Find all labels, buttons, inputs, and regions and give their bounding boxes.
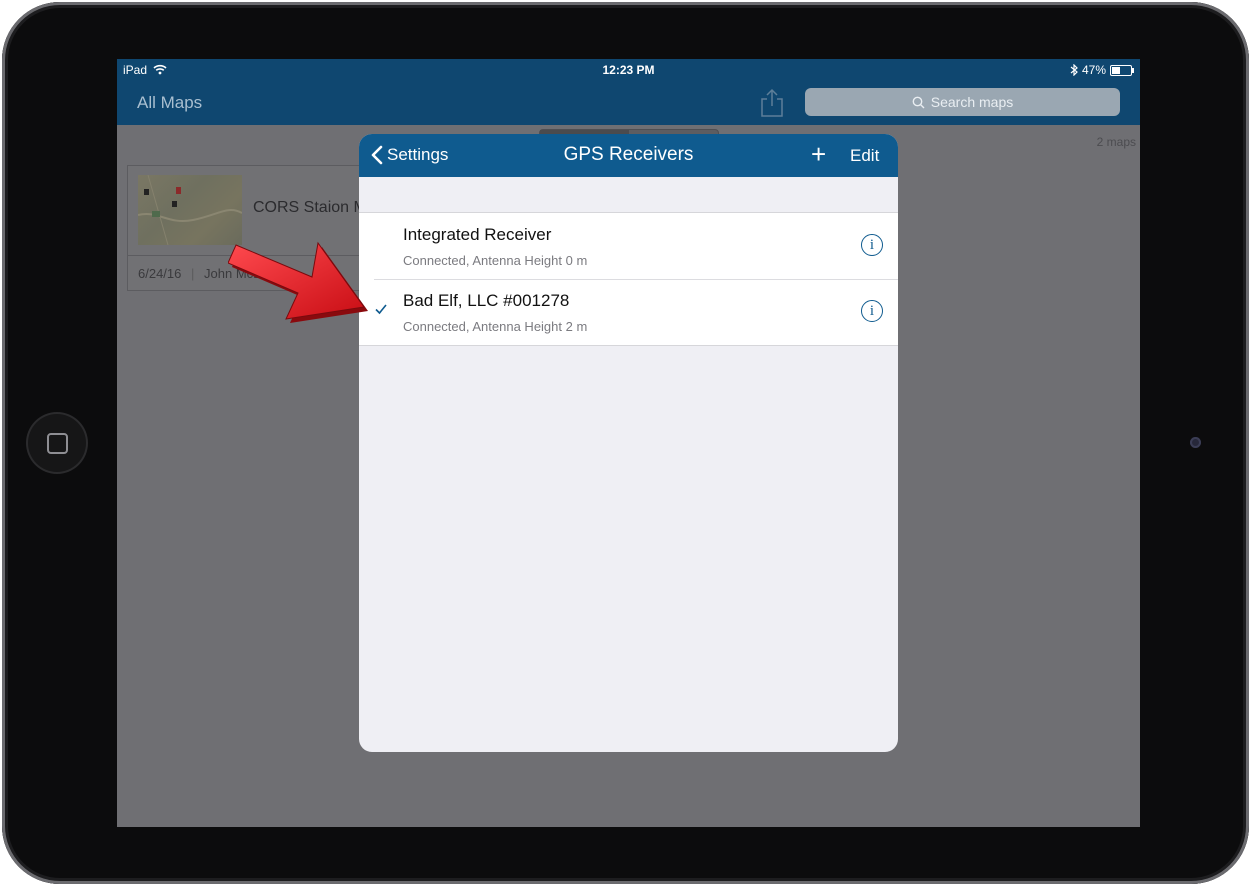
receiver-list: Integrated Receiver Connected, Antenna He… [359, 212, 898, 346]
battery-fill [1112, 66, 1121, 74]
popover-nav-bar: Settings GPS Receivers + Edit [359, 134, 898, 177]
share-icon[interactable] [757, 87, 787, 119]
gps-receivers-popover: Settings GPS Receivers + Edit Integrated… [359, 134, 898, 752]
search-icon [912, 96, 925, 108]
add-receiver-button[interactable]: + [811, 141, 833, 167]
receiver-name: Integrated Receiver [403, 225, 552, 244]
receiver-detail: Connected, Antenna Height 0 m [403, 253, 588, 268]
map-thumbnail-art [137, 174, 243, 246]
meta-separator: | [191, 266, 195, 281]
status-bar: iPad 12:23 PM 47% [117, 59, 1140, 81]
status-right: 47% [1070, 63, 1134, 77]
back-label: Settings [387, 145, 449, 164]
battery-icon [1110, 64, 1134, 76]
search-placeholder: Search maps [930, 94, 1014, 110]
red-arrow-annotation [228, 241, 368, 323]
nav-title[interactable]: All Maps [137, 93, 202, 113]
home-button[interactable] [28, 414, 86, 472]
chevron-left-icon [371, 145, 383, 165]
receiver-row[interactable]: Integrated Receiver Connected, Antenna He… [359, 213, 898, 279]
receiver-name: Bad Elf, LLC #001278 [403, 291, 570, 310]
back-button[interactable]: Settings [371, 145, 448, 165]
front-camera [1190, 437, 1201, 448]
ipad-bezel: iPad 12:23 PM 47% All Maps Search maps 2… [2, 2, 1249, 884]
receiver-row[interactable]: Bad Elf, LLC #001278 Connected, Antenna H… [359, 279, 898, 345]
map-count: 2 maps [1096, 135, 1136, 149]
home-square-icon [47, 433, 68, 454]
status-time: 12:23 PM [602, 63, 655, 77]
info-icon[interactable]: i [861, 300, 883, 322]
app-nav-bar: All Maps Search maps [117, 81, 1140, 125]
bluetooth-icon [1070, 64, 1078, 76]
edit-button[interactable]: Edit [850, 146, 879, 166]
map-name: CORS Staion M [253, 199, 367, 216]
info-icon[interactable]: i [861, 234, 883, 256]
map-thumbnail [137, 174, 243, 246]
screen: iPad 12:23 PM 47% All Maps Search maps 2… [117, 59, 1140, 827]
map-date: 6/24/16 [138, 266, 182, 281]
receiver-detail: Connected, Antenna Height 2 m [403, 319, 588, 334]
battery-percent: 47% [1081, 63, 1106, 77]
search-input[interactable]: Search maps [805, 88, 1120, 116]
